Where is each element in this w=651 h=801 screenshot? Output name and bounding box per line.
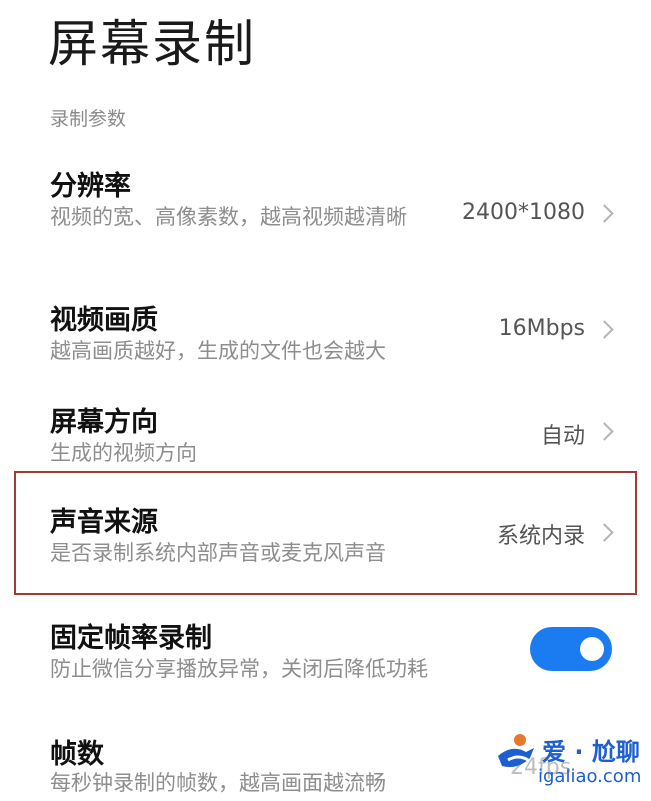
setting-desc: 越高画质越好，生成的文件也会越大	[50, 339, 386, 363]
setting-desc: 是否录制系统内部声音或麦克风声音	[50, 541, 386, 565]
section-label: 录制参数	[50, 108, 127, 130]
setting-desc: 视频的宽、高像素数，越高视频越清晰	[50, 205, 407, 229]
setting-row-sound-source[interactable]: 声音来源 是否录制系统内部声音或麦克风声音 系统内录	[0, 498, 651, 578]
setting-value: 2400*1080	[462, 200, 585, 225]
watermark-logo-icon	[498, 734, 534, 767]
page-title: 屏幕录制	[48, 15, 256, 73]
watermark-text: 爱 · 尬聊	[542, 738, 640, 766]
setting-value: 系统内录	[496, 524, 585, 549]
setting-row-video-quality[interactable]: 视频画质 越高画质越好，生成的文件也会越大 16Mbps	[0, 294, 651, 374]
setting-title: 屏幕方向	[50, 407, 158, 438]
setting-value: 16Mbps	[498, 316, 585, 341]
setting-title: 声音来源	[50, 507, 158, 538]
setting-desc: 生成的视频方向	[50, 441, 197, 465]
setting-value: 自动	[540, 424, 585, 449]
chevron-right-icon	[595, 204, 614, 223]
toggle-knob	[580, 637, 604, 661]
watermark: 爱 · 尬聊 igaliao.com	[490, 726, 650, 796]
chevron-right-icon	[595, 320, 614, 339]
chevron-right-icon	[595, 422, 614, 441]
setting-row-resolution[interactable]: 分辨率 视频的宽、高像素数，越高视频越清晰 2400*1080	[0, 160, 651, 270]
setting-title: 固定帧率录制	[50, 623, 212, 654]
setting-desc: 每秒钟录制的帧数，越高画面越流畅	[50, 771, 386, 795]
setting-row-orientation[interactable]: 屏幕方向 生成的视频方向 自动	[0, 396, 651, 472]
fixed-framerate-toggle[interactable]	[530, 627, 612, 671]
setting-desc: 防止微信分享播放异常，关闭后降低功耗	[50, 657, 428, 681]
watermark-url: igaliao.com	[538, 766, 642, 787]
setting-title: 视频画质	[50, 305, 158, 336]
setting-title: 分辨率	[50, 171, 131, 202]
chevron-right-icon	[595, 523, 614, 542]
